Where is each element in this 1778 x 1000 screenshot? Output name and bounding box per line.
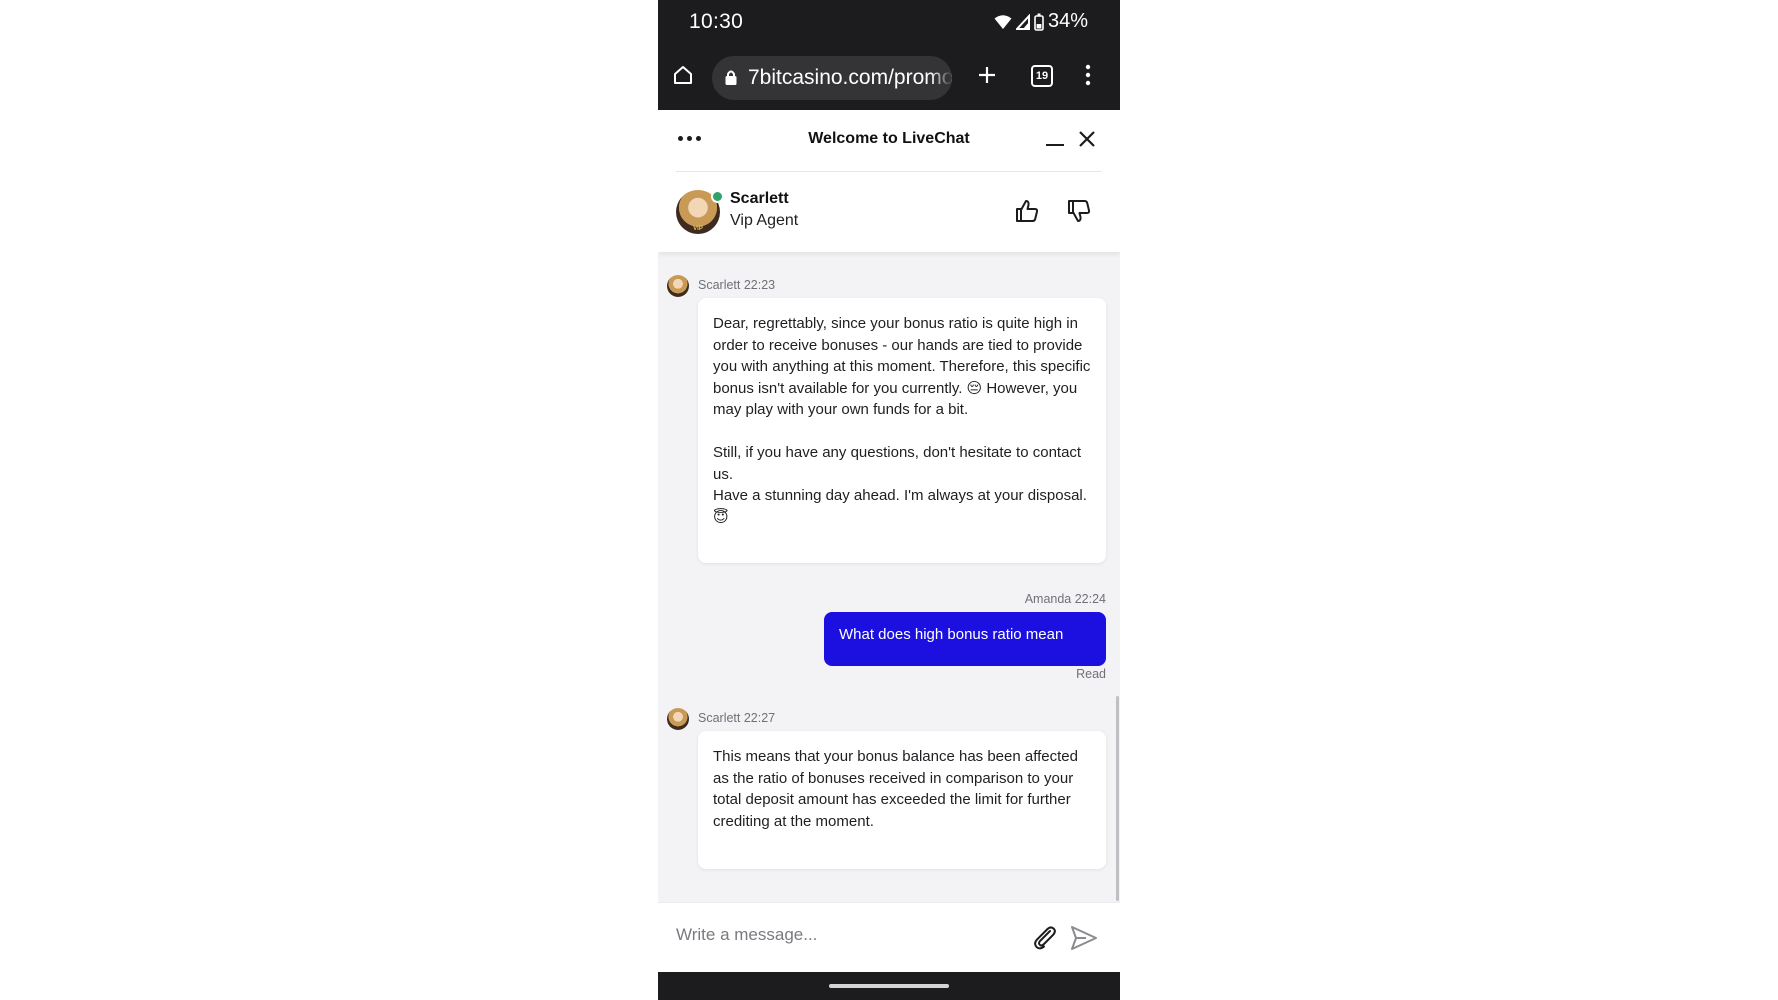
- signal-icon: [1015, 13, 1030, 30]
- plus-icon[interactable]: [977, 65, 997, 90]
- message-text: What does high bonus ratio mean: [839, 626, 1064, 643]
- tabs-icon[interactable]: 19: [1031, 65, 1053, 87]
- read-status: Read: [1076, 667, 1106, 681]
- thumbs-down-icon[interactable]: [1066, 198, 1092, 229]
- scrollbar[interactable]: [1116, 696, 1119, 901]
- url-text: 7bitcasino.com/promotions: [748, 66, 952, 89]
- status-bar: 10:30 34%: [658, 0, 1120, 46]
- agent-message-bubble: Dear, regrettably, since your bonus rati…: [698, 298, 1106, 563]
- message-text: Dear, regrettably, since your bonus rati…: [713, 315, 1091, 418]
- home-icon[interactable]: [672, 64, 700, 92]
- send-icon[interactable]: [1070, 925, 1098, 956]
- battery-icon: [1034, 13, 1044, 31]
- avatar: [667, 708, 689, 730]
- close-icon[interactable]: [1078, 130, 1096, 153]
- paperclip-icon[interactable]: [1032, 925, 1058, 956]
- agent-name: Scarlett: [730, 190, 789, 207]
- wifi-icon: [994, 14, 1012, 30]
- vip-badge: VIP: [693, 226, 703, 232]
- agent-role: Vip Agent: [730, 212, 799, 229]
- message-text: This means that your bonus balance has b…: [713, 748, 1078, 830]
- status-time: 10:30: [689, 10, 744, 33]
- thumbs-up-icon[interactable]: [1014, 198, 1040, 229]
- minimize-icon[interactable]: [1046, 144, 1064, 146]
- agent-message-bubble: This means that your bonus balance has b…: [698, 731, 1106, 869]
- online-status-icon: [711, 190, 724, 203]
- avatar: [667, 275, 689, 297]
- message-list[interactable]: Scarlett 22:23 Dear, regrettably, since …: [658, 252, 1120, 902]
- user-message-bubble: What does high bonus ratio mean: [824, 612, 1106, 666]
- more-vert-icon[interactable]: [1084, 64, 1092, 91]
- message-meta: Amanda 22:24: [1024, 592, 1106, 606]
- message-meta: Scarlett 22:27: [698, 711, 776, 725]
- status-icons: 34%: [994, 10, 1088, 33]
- chat-header: Welcome to LiveChat: [658, 110, 1120, 172]
- message-text: Still, if you have any questions, don't …: [713, 444, 1087, 526]
- phone-screen: 10:30 34% 7bitcasino.com/promotions: [658, 0, 1120, 1000]
- home-indicator[interactable]: [829, 984, 949, 988]
- tab-count: 19: [1035, 70, 1049, 82]
- message-composer: Write a message...: [658, 902, 1120, 973]
- browser-toolbar: 7bitcasino.com/promotions 19: [658, 46, 1120, 110]
- battery-percent: 34%: [1047, 10, 1088, 32]
- system-nav-bar: [658, 972, 1120, 1000]
- agent-info: VIP Scarlett Vip Agent: [658, 172, 1120, 252]
- lock-icon: [724, 69, 738, 91]
- message-input[interactable]: Write a message...: [676, 925, 817, 945]
- message-meta: Scarlett 22:23: [698, 278, 776, 292]
- address-bar[interactable]: 7bitcasino.com/promotions: [712, 56, 952, 100]
